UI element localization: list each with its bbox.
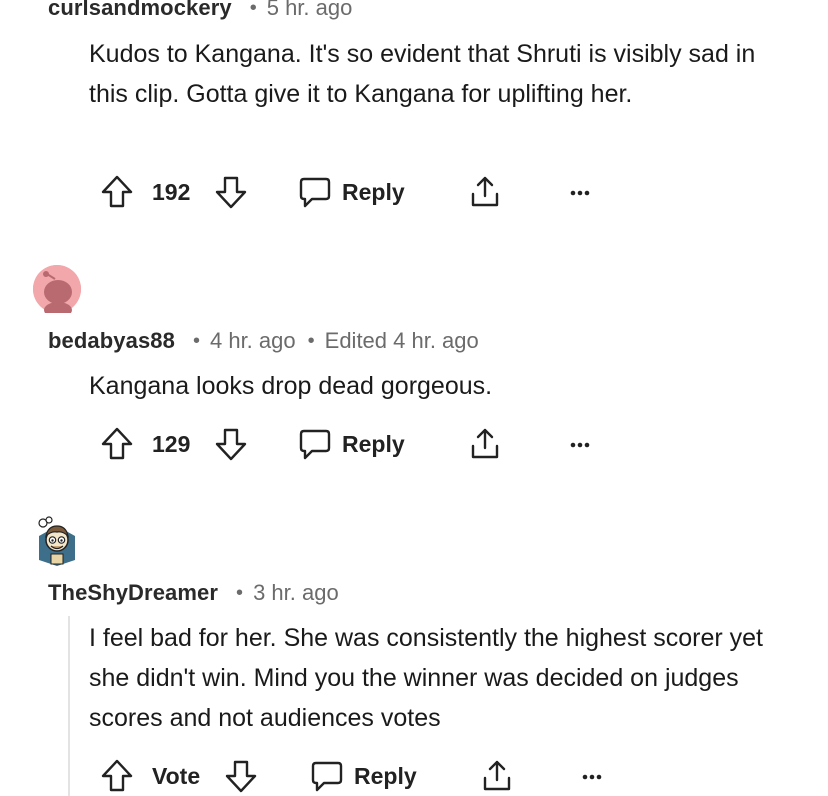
separator-dot: • <box>249 0 257 19</box>
separator-dot: • <box>307 329 315 352</box>
reply-button[interactable]: Reply <box>298 426 405 462</box>
downvote-button[interactable] <box>214 426 248 462</box>
reply-label: Reply <box>342 178 405 205</box>
share-button[interactable] <box>480 758 514 794</box>
vote-count: 192 <box>152 178 191 205</box>
downvote-arrow-icon <box>215 176 247 209</box>
author-name[interactable]: curlsandmockery <box>48 0 232 21</box>
author-name[interactable]: TheShyDreamer <box>48 580 218 606</box>
snoo-avatar-icon <box>33 265 81 318</box>
avatar[interactable] <box>33 514 81 566</box>
more-dots-icon <box>582 774 602 780</box>
upvote-button[interactable] <box>100 426 134 462</box>
author-name[interactable]: bedabyas88 <box>48 328 175 354</box>
share-icon <box>471 176 499 207</box>
downvote-button[interactable] <box>214 174 248 210</box>
timestamp: 3 hr. ago <box>253 580 339 605</box>
more-options-button[interactable] <box>568 174 592 210</box>
more-options-button[interactable] <box>568 426 592 462</box>
share-icon <box>483 760 511 791</box>
downvote-arrow-icon <box>215 428 247 461</box>
comment-meta: bedabyas88 • 4 hr. ago • Edited 4 hr. ag… <box>48 328 479 354</box>
upvote-arrow-icon <box>101 759 133 792</box>
comment-body: I feel bad for her. She was consistently… <box>89 624 763 732</box>
more-options-button[interactable] <box>580 758 604 794</box>
timestamp: 5 hr. ago <box>266 0 353 20</box>
timestamp: 4 hr. ago <box>209 328 296 353</box>
downvote-button[interactable] <box>224 758 258 794</box>
comment-meta: TheShyDreamer • 3 hr. ago <box>48 580 339 606</box>
downvote-arrow-icon <box>225 760 257 793</box>
speech-bubble-icon <box>311 761 343 792</box>
speech-bubble-icon <box>299 177 331 208</box>
reply-button[interactable]: Reply <box>298 174 405 210</box>
reply-label: Reply <box>354 762 417 789</box>
separator-dot: • <box>236 581 244 604</box>
share-button[interactable] <box>468 174 502 210</box>
edited-label: Edited 4 hr. ago <box>324 328 479 353</box>
share-button[interactable] <box>468 426 502 462</box>
upvote-arrow-icon <box>101 175 133 208</box>
avatar[interactable] <box>33 265 81 318</box>
reply-button[interactable]: Reply <box>310 758 417 794</box>
comment-body: Kangana looks drop dead gorgeous. <box>89 372 493 400</box>
speech-bubble-icon <box>299 429 331 460</box>
thread-line[interactable] <box>68 616 70 796</box>
comment-body: Kudos to Kangana. It's so evident that S… <box>89 40 756 108</box>
reply-label: Reply <box>342 430 405 457</box>
more-dots-icon <box>570 190 590 196</box>
upvote-button[interactable] <box>100 174 134 210</box>
vote-label: Vote <box>152 762 201 789</box>
snoo-avatar-icon <box>38 516 75 566</box>
separator-dot: • <box>192 329 200 352</box>
upvote-arrow-icon <box>101 427 133 460</box>
share-icon <box>471 428 499 459</box>
more-dots-icon <box>570 442 590 448</box>
upvote-button[interactable] <box>100 758 134 794</box>
comment-meta: curlsandmockery • 5 hr. ago <box>48 0 352 21</box>
vote-count: 129 <box>152 430 191 457</box>
